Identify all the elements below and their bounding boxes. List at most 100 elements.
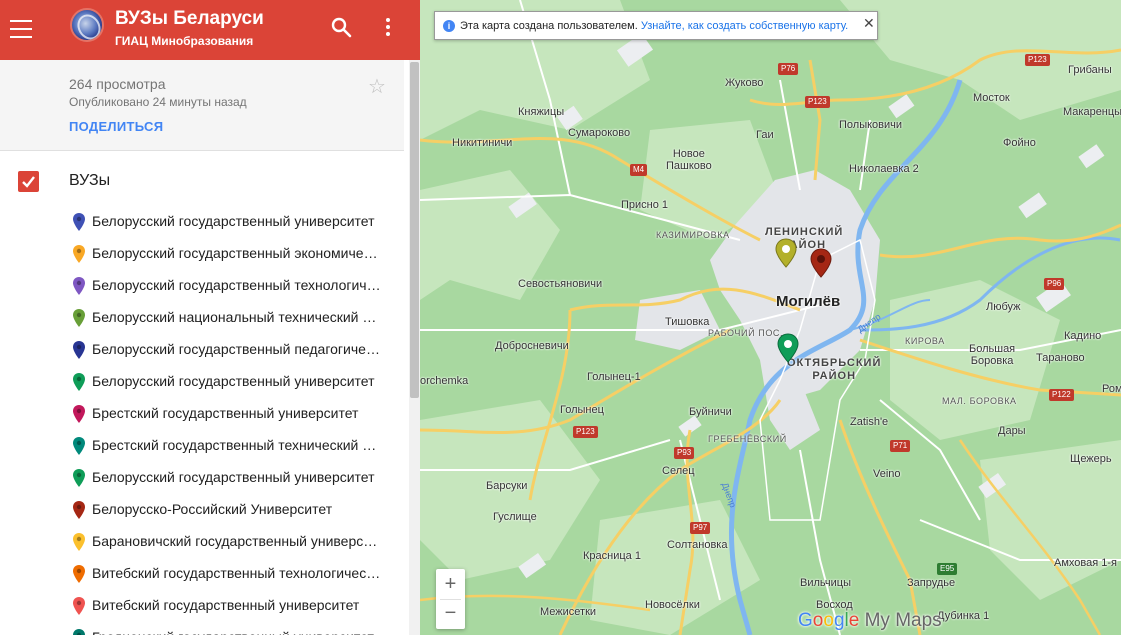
road-shield: M4 <box>630 164 648 176</box>
place-label: Любуж <box>986 301 1021 313</box>
place-label: Новосёлки <box>645 599 700 611</box>
place-label: Межисетки <box>540 606 597 618</box>
place-label: Рома <box>1102 383 1121 395</box>
place-label: Гаи <box>756 129 774 141</box>
road-shield: P123 <box>573 426 598 438</box>
list-item-label: Белорусский государственный экономически… <box>92 245 382 261</box>
map-pin-icon <box>72 308 86 333</box>
banner-link[interactable]: Узнайте, как создать собственную карту. <box>641 20 848 32</box>
star-outline-icon[interactable]: ☆ <box>368 74 386 99</box>
place-label: Тараново <box>1036 352 1085 364</box>
place-label: КИРОВА <box>905 336 945 346</box>
zoom-out-button[interactable]: − <box>436 599 465 629</box>
logo-icon <box>70 8 104 42</box>
place-label: Дары <box>998 425 1026 437</box>
view-count: 264 просмотра <box>69 76 166 92</box>
map-subtitle: ГИАЦ Минобразования <box>115 34 254 48</box>
list-item-label: Белорусско-Российский Университет <box>92 501 333 517</box>
list-item-label: Белорусский национальный технический уни… <box>92 309 382 325</box>
list-item[interactable]: Белорусский государственный университет <box>0 461 404 493</box>
user-map-banner: i Эта карта создана пользователем. Узнай… <box>434 11 878 40</box>
layer-title: ВУЗы <box>69 172 111 189</box>
place-label: Мосток <box>973 92 1010 104</box>
list-item[interactable]: Белорусско-Российский Университет <box>0 493 404 525</box>
map-pin-icon <box>72 500 86 525</box>
map-pin-icon <box>72 404 86 429</box>
list-item[interactable]: Белорусский государственный университет <box>0 205 404 237</box>
place-label: Грибаны <box>1068 64 1112 76</box>
more-vert-icon[interactable] <box>378 15 398 39</box>
place-label: Макаренцы <box>1063 106 1121 118</box>
list-item[interactable]: Витебский государственный технологически… <box>0 557 404 589</box>
list-item-label: Гродненский государственный университет <box>92 629 382 635</box>
map-pin-icon <box>72 564 86 589</box>
place-label: Кадино <box>1064 330 1102 342</box>
place-label: Большая Боровка <box>969 343 1016 367</box>
map-pin-icon <box>72 212 86 237</box>
place-label: Сумароково <box>568 127 631 139</box>
place-list: Белорусский государственный университет Б… <box>0 205 404 635</box>
list-item[interactable]: Витебский государственный университет <box>0 589 404 621</box>
layer-checkbox[interactable] <box>18 171 39 192</box>
divider <box>0 150 404 151</box>
list-item[interactable]: Белорусский государственный педагогическ… <box>0 333 404 365</box>
map-pin-icon <box>72 532 86 557</box>
place-label: Полыковичи <box>839 119 903 131</box>
banner-text: Эта карта создана пользователем. Узнайте… <box>460 20 848 32</box>
map-canvas[interactable]: P76 P123 P123 P123 M4 P96 P122 P71 P93 P… <box>420 0 1121 635</box>
place-label: Селец <box>662 465 695 477</box>
road-shield: P122 <box>1049 389 1074 401</box>
app-header: ВУЗы Беларуси ГИАЦ Минобразования <box>0 0 420 60</box>
place-label: Жуково <box>725 77 764 89</box>
published-time: Опубликовано 24 минуты назад <box>69 95 247 109</box>
list-item[interactable]: Белорусский государственный технологичес… <box>0 269 404 301</box>
map-pin-icon <box>72 276 86 301</box>
list-item-label: Барановичский государственный университе… <box>92 533 382 549</box>
place-label: Барсуки <box>486 480 528 492</box>
map-pin-icon <box>72 436 86 461</box>
place-label: Новое Пашково <box>666 148 712 172</box>
list-item[interactable]: Брестский государственный университет <box>0 397 404 429</box>
my-maps-wordmark: My Maps <box>864 610 942 631</box>
map-pin-icon <box>72 628 86 635</box>
place-label: Zatish'e <box>850 416 889 428</box>
place-label: Севостьяновичи <box>518 278 603 290</box>
list-item-label: Брестский государственный технический ун… <box>92 437 382 453</box>
place-label: Голынец <box>560 404 604 416</box>
list-item[interactable]: Брестский государственный технический ун… <box>0 429 404 461</box>
road-shield: P96 <box>1044 278 1065 290</box>
share-button[interactable]: ПОДЕЛИТЬСЯ <box>69 119 163 134</box>
list-item-label: Белорусский государственный университет <box>92 469 375 485</box>
district-label: ОКТЯБРЬСКИЙ РАЙОН <box>787 357 882 382</box>
place-label: Добросневичи <box>495 340 569 352</box>
map-pin-icon <box>72 244 86 269</box>
hamburger-icon[interactable] <box>10 14 32 44</box>
list-item-label: Белорусский государственный педагогическ… <box>92 341 382 357</box>
place-label: Гуслище <box>493 511 537 523</box>
place-label: Княжицы <box>518 106 565 118</box>
close-icon[interactable]: ✕ <box>863 15 875 32</box>
zoom-in-button[interactable]: + <box>436 569 465 599</box>
list-item[interactable]: Белорусский государственный университет <box>0 365 404 397</box>
place-label: Николаевка 2 <box>849 163 919 175</box>
banner-message: Эта карта создана пользователем. <box>460 20 638 32</box>
map-pin-icon <box>72 596 86 621</box>
map-info-panel: 264 просмотра Опубликовано 24 минуты наз… <box>0 60 404 150</box>
google-my-maps-logo: Google My Maps <box>798 610 942 632</box>
place-label: Голынец-1 <box>587 371 641 383</box>
list-item[interactable]: Белорусский национальный технический уни… <box>0 301 404 333</box>
list-item-label: Белорусский государственный университет <box>92 213 375 229</box>
list-item[interactable]: Гродненский государственный университет <box>0 621 404 635</box>
road-shield: P76 <box>778 63 799 75</box>
place-label: Буйничи <box>689 406 732 418</box>
map-pin-icon <box>72 340 86 365</box>
place-label: Запрудье <box>907 577 956 589</box>
place-label: ГРЕБЕНЁВСКИЙ <box>708 434 787 444</box>
road-shield: P123 <box>805 96 830 108</box>
list-item[interactable]: Барановичский государственный университе… <box>0 525 404 557</box>
list-item[interactable]: Белорусский государственный экономически… <box>0 237 404 269</box>
search-icon[interactable] <box>329 15 353 39</box>
road-shield: P93 <box>674 447 695 459</box>
scrollbar-thumb[interactable] <box>410 62 419 398</box>
place-label: Присно 1 <box>621 199 669 211</box>
